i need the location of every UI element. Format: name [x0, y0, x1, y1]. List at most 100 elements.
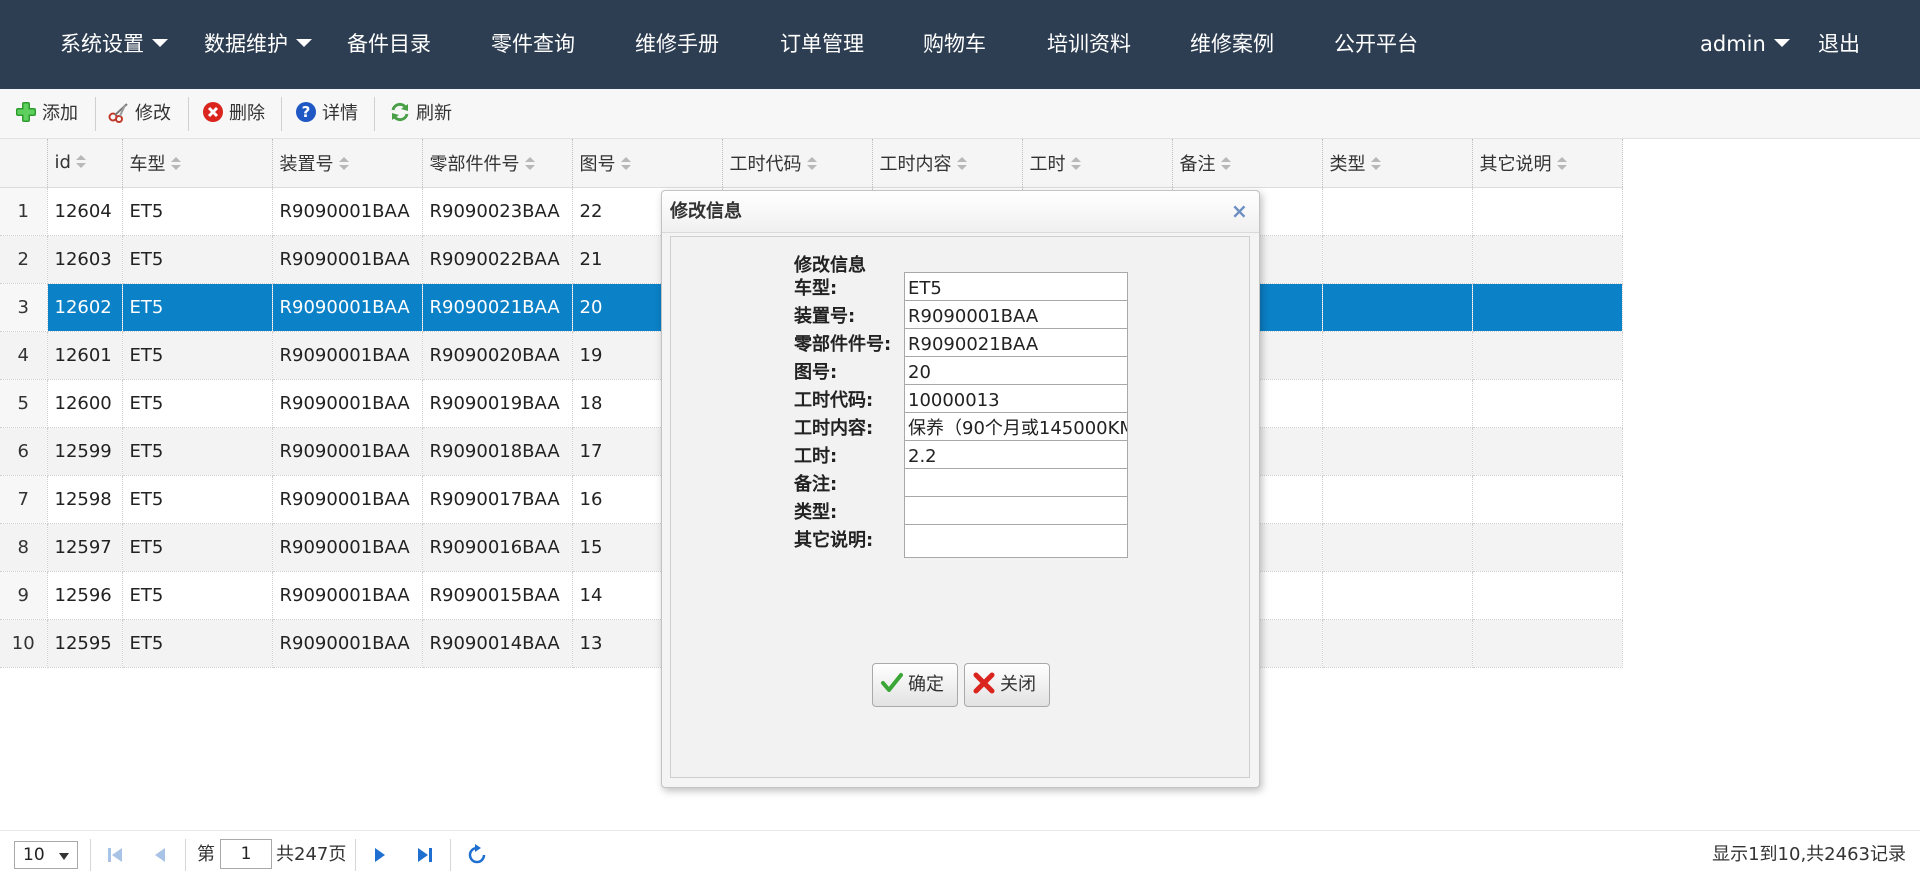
close-icon[interactable]: ×: [1231, 201, 1248, 221]
column-header[interactable]: 零部件件号: [422, 139, 573, 188]
table-cell: R9090022BAA: [422, 235, 573, 284]
table-cell: R9090001BAA: [272, 235, 423, 284]
table-cell: ET5: [122, 379, 273, 428]
first-page-icon[interactable]: [103, 843, 127, 867]
sort-icon: [1370, 156, 1381, 171]
table-cell: [1472, 379, 1623, 428]
column-header[interactable]: 车型: [122, 139, 273, 188]
last-page-icon[interactable]: [413, 843, 437, 867]
dialog-title: 修改信息: [670, 201, 742, 222]
nav-public-platform[interactable]: 公开平台: [1334, 0, 1418, 89]
table-cell: [1322, 475, 1473, 524]
sort-icon: [956, 156, 967, 171]
table-cell: R9090001BAA: [272, 475, 423, 524]
table-cell: 12601: [47, 331, 123, 380]
column-header[interactable]: 工时代码: [722, 139, 873, 188]
row-number-cell: 5: [0, 379, 48, 428]
close-x-icon: [973, 672, 995, 694]
table-cell: [1472, 283, 1623, 332]
table-cell: R9090001BAA: [272, 379, 423, 428]
pager-divider: [90, 839, 91, 871]
field-input[interactable]: [904, 524, 1128, 558]
row-number-cell: 2: [0, 235, 48, 284]
nav-repair-manual[interactable]: 维修手册: [635, 0, 719, 89]
column-header[interactable]: 备注: [1172, 139, 1323, 188]
column-header[interactable]: 工时内容: [872, 139, 1023, 188]
field-label: 零部件件号:: [794, 334, 892, 355]
table-cell: [1472, 427, 1623, 476]
nav-order-management[interactable]: 订单管理: [780, 0, 864, 89]
field-label: 车型:: [794, 278, 838, 299]
refresh-label: 刷新: [416, 103, 452, 124]
column-header[interactable]: 图号: [572, 139, 723, 188]
sort-icon: [75, 155, 86, 169]
page-number-input[interactable]: 1: [220, 839, 272, 869]
nav-label: 系统设置: [60, 32, 144, 56]
next-page-icon[interactable]: [368, 843, 392, 867]
add-button[interactable]: 添加: [15, 99, 78, 129]
table-cell: R9090020BAA: [422, 331, 573, 380]
column-header[interactable]: 装置号: [272, 139, 423, 188]
reload-icon[interactable]: [465, 843, 489, 867]
top-navigation: 系统设置 数据维护 备件目录 零件查询 维修手册 订单管理 购物车 培训资料 维…: [0, 0, 1920, 89]
table-cell: R9090021BAA: [422, 283, 573, 332]
close-button[interactable]: 关闭: [964, 663, 1050, 707]
row-number-cell: 1: [0, 187, 48, 236]
table-cell: R9090001BAA: [272, 427, 423, 476]
chevron-down-icon: [152, 39, 168, 47]
delete-button[interactable]: 删除: [202, 99, 265, 129]
row-number-cell: 10: [0, 619, 48, 668]
column-header[interactable]: 其它说明: [1472, 139, 1623, 188]
row-number-header: [0, 139, 48, 188]
row-number-cell: 8: [0, 523, 48, 572]
confirm-button[interactable]: 确定: [872, 663, 958, 707]
field-label: 图号:: [794, 362, 838, 383]
table-header-row: id 车型 装置号 零部件件号 图号 工时代码 工时内容 工时 备注 类型 其它…: [0, 139, 1623, 188]
table-cell: [1472, 235, 1623, 284]
table-cell: ET5: [122, 187, 273, 236]
row-number-cell: 7: [0, 475, 48, 524]
nav-data-maintenance[interactable]: 数据维护: [204, 0, 312, 89]
chevron-down-icon: [296, 39, 312, 47]
page-total-label: 共247页: [276, 844, 347, 865]
confirm-label: 确定: [908, 674, 944, 695]
table-cell: 12599: [47, 427, 123, 476]
page-size-select[interactable]: 10: [14, 841, 78, 869]
add-label: 添加: [42, 103, 78, 124]
table-cell: R9090016BAA: [422, 523, 573, 572]
close-label: 关闭: [1000, 674, 1036, 695]
nav-shopping-cart[interactable]: 购物车: [923, 0, 986, 89]
table-cell: [1472, 331, 1623, 380]
toolbar: 添加 修改 删除 ? 详情 刷新: [0, 89, 1920, 139]
delete-label: 删除: [229, 103, 265, 124]
field-label: 装置号:: [794, 306, 856, 327]
sort-icon: [1556, 156, 1567, 171]
table-cell: R9090015BAA: [422, 571, 573, 620]
logout-link[interactable]: 退出: [1818, 0, 1860, 89]
nav-training-materials[interactable]: 培训资料: [1047, 0, 1131, 89]
column-header[interactable]: id: [47, 139, 123, 188]
table-cell: R9090001BAA: [272, 187, 423, 236]
field-label: 备注:: [794, 474, 838, 495]
detail-button[interactable]: ? 详情: [295, 99, 358, 129]
column-header[interactable]: 工时: [1022, 139, 1173, 188]
nav-system-settings[interactable]: 系统设置: [60, 0, 168, 89]
column-header-label: 零部件件号: [429, 153, 520, 175]
nav-label: 数据维护: [204, 32, 288, 56]
sort-icon: [1070, 156, 1081, 171]
row-number-cell: 3: [0, 283, 48, 332]
nav-parts-catalog[interactable]: 备件目录: [347, 0, 431, 89]
refresh-button[interactable]: 刷新: [389, 99, 452, 129]
row-number-cell: 4: [0, 331, 48, 380]
previous-page-icon[interactable]: [148, 843, 172, 867]
user-menu[interactable]: admin: [1700, 0, 1790, 89]
table-cell: 12604: [47, 187, 123, 236]
nav-part-query[interactable]: 零件查询: [491, 0, 575, 89]
edit-button[interactable]: 修改: [108, 99, 171, 129]
nav-repair-cases[interactable]: 维修案例: [1190, 0, 1274, 89]
table-cell: [1472, 619, 1623, 668]
table-cell: 12598: [47, 475, 123, 524]
column-header[interactable]: 类型: [1322, 139, 1473, 188]
pagination-bar: 10 第 1 共247页 显示1到10,共2463记录: [0, 830, 1920, 878]
field-label: 工时:: [794, 446, 838, 467]
